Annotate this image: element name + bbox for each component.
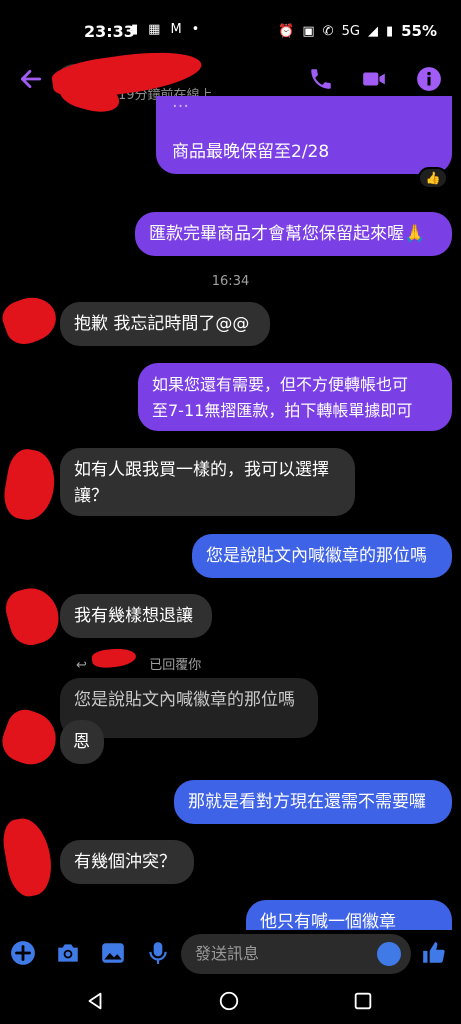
message-text-line: 至7-11無摺匯款，拍下轉帳單據即可 <box>152 401 413 420</box>
message-text-partial: … <box>172 92 189 112</box>
redaction-mark <box>0 704 64 772</box>
replied-label: 已回覆你 <box>149 658 202 673</box>
message-text-line: 如果您還有需要，但不方便轉帳也可 <box>152 375 409 394</box>
redaction-mark <box>0 290 62 350</box>
incoming-message[interactable]: 我有幾樣想退讓 <box>60 594 212 638</box>
redaction-mark <box>0 814 57 900</box>
reply-arrow-icon: ↩ <box>76 658 87 673</box>
system-icons: ⏰ ▣ ✆ 5G ◢ ▮ 55% <box>278 22 437 40</box>
battery-icon: ▮ <box>385 23 394 39</box>
incoming-message[interactable]: 如有人跟我買一樣的，我可以選擇 讓？ <box>60 448 355 516</box>
message-text: 您是說貼文內喊徽章的那位嗎 <box>206 546 427 566</box>
redaction-mark <box>0 446 60 524</box>
back-arrow-icon[interactable] <box>18 66 44 92</box>
message-text-line: 如有人跟我買一樣的，我可以選擇 <box>74 460 329 480</box>
phone-call-icon[interactable] <box>308 66 334 92</box>
timestamp: 16:34 <box>211 274 250 289</box>
message-text: 我有幾樣想退讓 <box>74 606 193 626</box>
gallery-icon[interactable] <box>100 940 126 966</box>
battery-percent: 55% <box>401 22 437 40</box>
message-input[interactable]: 發送訊息 <box>181 934 411 974</box>
microphone-icon[interactable] <box>145 940 171 966</box>
info-icon[interactable] <box>416 66 442 92</box>
recents-nav-icon[interactable] <box>352 990 374 1012</box>
message-text: 那就是看對方現在還需不需要囉 <box>188 792 426 812</box>
message-text-partial: 他只有喊一個徽章 <box>260 912 396 930</box>
status-bar: 23:33 ▮ ▦ M • ⏰ ▣ ✆ 5G ◢ ▮ 55% <box>0 0 461 62</box>
incoming-message[interactable]: 抱歉 我忘記時間了@@ <box>60 302 270 346</box>
status-time: 23:33 <box>84 22 135 41</box>
back-nav-icon[interactable] <box>84 990 106 1012</box>
message-text: 商品最晚保留至2/28 <box>172 142 330 162</box>
gmail-icon: M <box>170 22 182 37</box>
message-text: 匯款完畢商品才會幫您保留起來喔🙏 <box>149 224 426 244</box>
thumbs-up-reaction[interactable]: 👍 <box>418 167 448 189</box>
notification-icons: ▮ ▦ M • <box>131 22 199 37</box>
incoming-message[interactable]: 有幾個沖突？ <box>60 840 194 884</box>
gallery-icon: ▦ <box>148 22 161 37</box>
outgoing-message[interactable]: 匯款完畢商品才會幫您保留起來喔🙏 <box>135 212 452 256</box>
redaction-mark <box>1 582 65 650</box>
camera-icon[interactable] <box>55 940 81 966</box>
thumbs-up-icon[interactable] <box>421 940 447 966</box>
message-text: 有幾個沖突？ <box>74 852 176 872</box>
message-input-placeholder: 發送訊息 <box>195 944 260 963</box>
network-label: 5G <box>341 23 360 39</box>
message-text: 抱歉 我忘記時間了@@ <box>74 314 250 334</box>
wifi-call-icon: ✆ <box>322 23 334 39</box>
alarm-icon: ⏰ <box>278 23 295 39</box>
outgoing-message[interactable]: 您是說貼文內喊徽章的那位嗎 <box>192 534 452 578</box>
phone-icon: ▮ <box>131 22 139 37</box>
signal-icon: ◢ <box>367 23 378 39</box>
quoted-text: 您是說貼文內喊徽章的那位嗎 <box>74 690 295 710</box>
outgoing-message[interactable]: … 商品最晚保留至2/28 <box>156 92 452 174</box>
nfc-icon: ▣ <box>302 23 315 39</box>
message-composer: 發送訊息 <box>0 930 461 978</box>
system-nav-bar <box>0 978 461 1024</box>
outgoing-message[interactable]: 那就是看對方現在還需不需要囉 <box>174 780 452 824</box>
outgoing-message[interactable]: 他只有喊一個徽章 <box>246 900 452 930</box>
outgoing-message[interactable]: 如果您還有需要，但不方便轉帳也可 至7-11無摺匯款，拍下轉帳單據即可 <box>138 363 452 431</box>
dot-icon: • <box>191 22 200 37</box>
home-nav-icon[interactable] <box>218 990 240 1012</box>
message-text-line: 讓？ <box>74 486 108 506</box>
emoji-icon[interactable] <box>377 942 401 966</box>
video-call-icon[interactable] <box>361 66 387 92</box>
plus-icon[interactable] <box>10 940 36 966</box>
incoming-message[interactable]: 恩 <box>60 720 104 764</box>
message-text: 恩 <box>73 732 90 752</box>
